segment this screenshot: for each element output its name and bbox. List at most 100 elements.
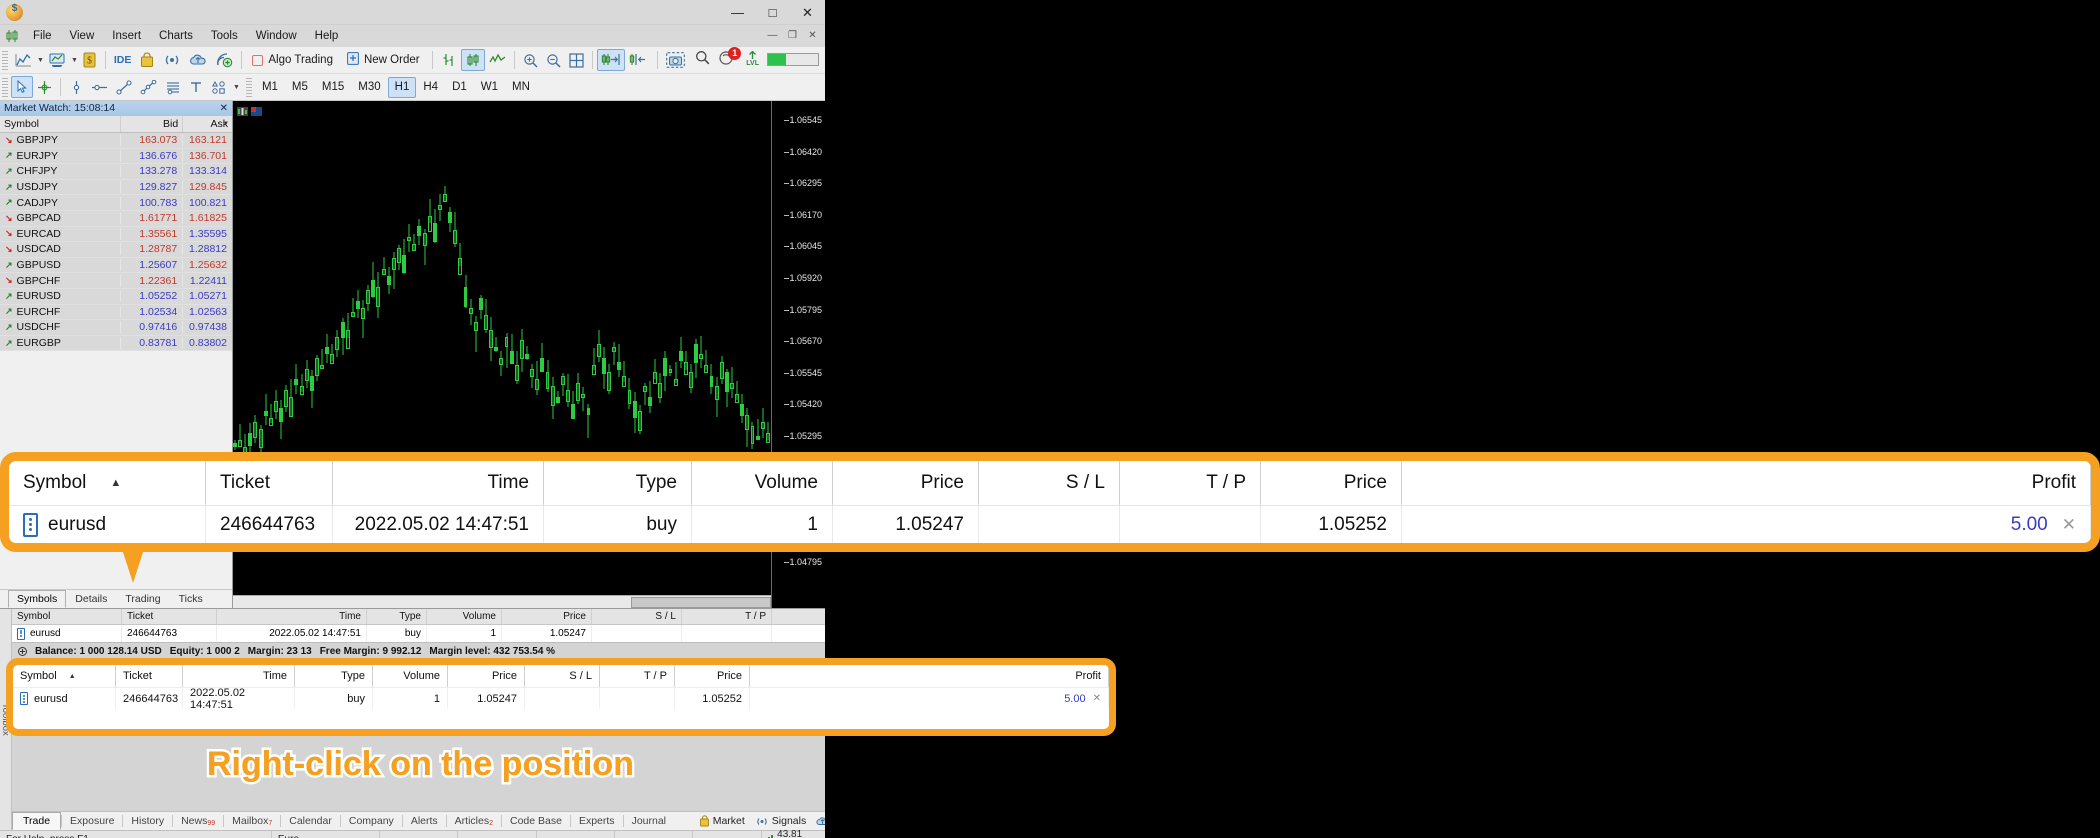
add-signal-icon[interactable] [211, 49, 237, 71]
mw-tab-trading[interactable]: Trading [116, 590, 169, 608]
cursor-icon[interactable] [11, 76, 33, 98]
pos-col-sl[interactable]: S / L [592, 609, 682, 624]
small-col-symbol[interactable]: Symbol ▲ [13, 665, 116, 687]
menu-item-tools[interactable]: Tools [202, 26, 247, 46]
callout-col-tp[interactable]: T / P [1120, 461, 1261, 505]
toolbox-tab-mailbox[interactable]: Mailbox7 [224, 813, 280, 829]
toolbox-tab-code-base[interactable]: Code Base [502, 813, 570, 829]
small-col-profit[interactable]: Profit [750, 665, 1109, 687]
screenshot-icon[interactable] [662, 49, 689, 71]
market-watch-row[interactable]: ↘ EURCAD 1.35561 1.35595 [0, 226, 232, 243]
menu-item-help[interactable]: Help [306, 26, 348, 46]
menu-item-charts[interactable]: Charts [150, 26, 202, 46]
bar-chart-icon[interactable] [437, 49, 461, 71]
horizontal-line-icon[interactable] [87, 76, 112, 98]
mw-tab-details[interactable]: Details [66, 590, 116, 608]
small-col-sl[interactable]: S / L [525, 665, 600, 687]
menu-item-file[interactable]: File [24, 26, 61, 46]
mw-tab-symbols[interactable]: Symbols [8, 590, 67, 608]
chart-shift-icon[interactable] [625, 49, 653, 71]
pos-col-price-current[interactable]: Price [772, 609, 825, 624]
toolbox-tab-calendar[interactable]: Calendar [281, 813, 340, 829]
small-col-time[interactable]: Time [183, 665, 295, 687]
toolbox-tab-news[interactable]: News99 [173, 813, 223, 829]
mdi-restore-button[interactable]: ❐ [784, 27, 801, 43]
maximize-button[interactable]: □ [755, 0, 790, 25]
market-watch-row[interactable]: ↘ USDCAD 1.28787 1.28812 [0, 242, 232, 258]
timeframe-m5[interactable]: M5 [285, 77, 315, 98]
trend-line-icon[interactable] [112, 76, 136, 98]
toolbox-tab-journal[interactable]: Journal [624, 813, 674, 829]
tile-windows-icon[interactable] [565, 49, 588, 71]
new-order-button[interactable]: New Order [341, 49, 428, 71]
vertical-line-icon[interactable] [65, 76, 87, 98]
menu-item-insert[interactable]: Insert [103, 26, 150, 46]
drawing-toolbar-grip[interactable] [2, 77, 8, 97]
timeframe-h1[interactable]: H1 [387, 76, 417, 98]
mdi-close-button[interactable]: ✕ [804, 27, 821, 43]
trading-signals-icon[interactable]: $ [78, 49, 101, 71]
candlestick-chart-icon[interactable] [460, 49, 485, 71]
small-col-ticket[interactable]: Ticket [116, 665, 183, 687]
ide-button[interactable]: IDE [110, 49, 136, 71]
signals-link[interactable]: Signals [755, 815, 806, 827]
new-chart-icon[interactable] [11, 49, 36, 71]
timeframe-m30[interactable]: M30 [351, 77, 387, 98]
vps-link[interactable]: VPS [816, 815, 825, 827]
market-watch-row[interactable]: ↗ USDJPY 129.827 129.845 [0, 179, 232, 196]
callout-col-type[interactable]: Type [544, 461, 692, 505]
callout-col-sl[interactable]: S / L [979, 461, 1120, 505]
zoom-out-icon[interactable] [542, 49, 565, 71]
shapes-dropdown-icon[interactable]: ▼ [233, 84, 240, 91]
column-header-symbol[interactable]: Symbol [0, 116, 120, 132]
timeframe-d1[interactable]: D1 [445, 77, 474, 98]
cloud-vps-icon[interactable] [185, 49, 211, 71]
callout-col-time[interactable]: Time [333, 461, 544, 505]
callout-close-icon[interactable]: ✕ [2062, 515, 2076, 535]
timeframe-toolbar-grip[interactable] [245, 77, 252, 97]
pos-col-type[interactable]: Type [367, 609, 427, 624]
pos-col-symbol[interactable]: Symbol [12, 609, 122, 624]
zoom-in-icon[interactable] [519, 49, 542, 71]
menu-item-view[interactable]: View [61, 26, 104, 46]
market-watch-row[interactable]: ↗ EURGBP 0.83781 0.83802 [0, 335, 232, 352]
market-watch-row[interactable]: ↗ EURCHF 1.02534 1.02563 [0, 304, 232, 321]
callout-col-symbol[interactable]: Symbol ▲ [9, 461, 206, 505]
market-watch-row[interactable]: ↘ GBPCHF 1.22361 1.22411 [0, 273, 232, 289]
market-watch-row[interactable]: ↗ CHFJPY 133.278 133.314 [0, 164, 232, 180]
new-chart-dropdown-icon[interactable]: ▼ [37, 57, 44, 64]
mw-tab-ticks[interactable]: Ticks [170, 590, 212, 608]
timeframe-m1[interactable]: M1 [255, 77, 285, 98]
callout-col-price-open[interactable]: Price [833, 461, 979, 505]
toolbox-tab-alerts[interactable]: Alerts [403, 813, 446, 829]
callout-position-row[interactable]: eurusd 246644763 2022.05.02 14:47:51 buy… [9, 505, 2091, 543]
small-col-volume[interactable]: Volume [373, 665, 448, 687]
mdi-minimize-button[interactable]: — [764, 27, 781, 43]
small-col-type[interactable]: Type [295, 665, 373, 687]
small-col-price-current[interactable]: Price [675, 665, 750, 687]
market-watch-row[interactable]: ↘ GBPJPY 163.073 163.121 [0, 133, 232, 149]
market-watch-row[interactable]: ↗ EURUSD 1.05252 1.05271 [0, 288, 232, 305]
market-watch-row[interactable]: ↘ GBPCAD 1.61771 1.61825 [0, 210, 232, 227]
timeframe-mn[interactable]: MN [505, 77, 537, 98]
toolbox-tab-experts[interactable]: Experts [571, 813, 623, 829]
signals-broadcast-icon[interactable] [159, 49, 185, 71]
toolbox-tab-articles[interactable]: Articles2 [447, 813, 501, 829]
toolbox-tab-exposure[interactable]: Exposure [62, 813, 122, 829]
search-icon[interactable] [695, 50, 710, 68]
market-watch-row[interactable]: ↗ USDCHF 0.97416 0.97438 [0, 320, 232, 336]
callout-col-ticket[interactable]: Ticket [206, 461, 333, 505]
column-header-bid[interactable]: Bid [120, 116, 182, 132]
small-position-row[interactable]: eurusd 246644763 2022.05.02 14:47:51 buy… [13, 687, 1109, 711]
toolbox-tab-trade[interactable]: Trade [12, 812, 62, 830]
market-watch-close-icon[interactable]: ✕ [220, 101, 228, 116]
pos-col-ticket[interactable]: Ticket [122, 609, 217, 624]
market-link[interactable]: Market [699, 815, 745, 827]
pos-col-time[interactable]: Time [217, 609, 367, 624]
pos-col-price-open[interactable]: Price [502, 609, 592, 624]
toolbox-tab-company[interactable]: Company [341, 813, 402, 829]
polyline-icon[interactable] [136, 76, 161, 98]
small-close-icon[interactable]: ✕ [1093, 693, 1101, 704]
market-watch-row[interactable]: ↗ GBPUSD 1.25607 1.25632 [0, 257, 232, 274]
fibonacci-icon[interactable] [161, 76, 185, 98]
